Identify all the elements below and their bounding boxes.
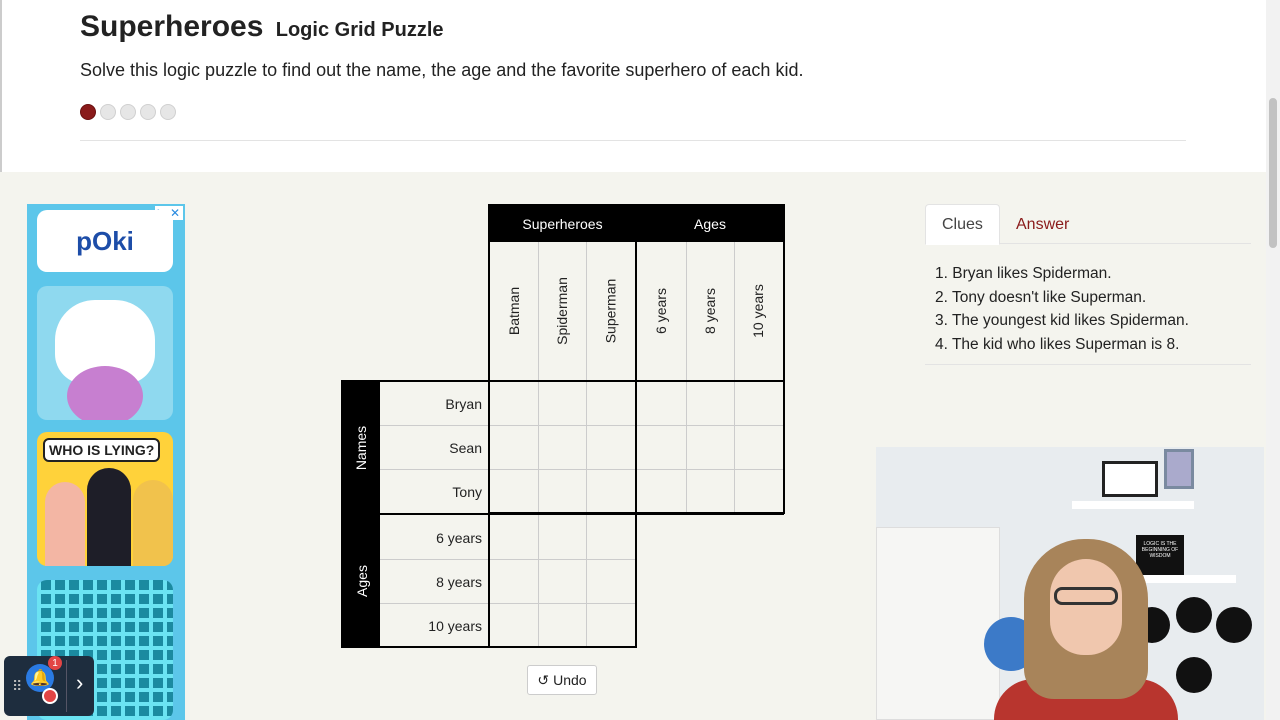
difficulty-rating — [80, 104, 176, 120]
clues-list: 1. Bryan likes Spiderman. 2. Tony doesn'… — [935, 262, 1189, 357]
grid-cell[interactable] — [637, 426, 685, 470]
grid-cell[interactable] — [539, 426, 587, 470]
column-label: 10 years — [750, 284, 767, 338]
grid-cell[interactable] — [587, 515, 635, 559]
presenter-image — [994, 539, 1178, 720]
puzzle-description: Solve this logic puzzle to find out the … — [80, 60, 804, 80]
grid-cell[interactable] — [490, 426, 538, 470]
advertisement[interactable]: ▷ ✕ pOki WHO IS LYING? — [27, 204, 185, 720]
grid-cell[interactable] — [539, 382, 587, 426]
row-label: Bryan — [445, 396, 482, 412]
grid-cell[interactable] — [587, 560, 635, 604]
difficulty-brain-icon — [100, 104, 116, 120]
who-is-lying-thumbnail[interactable]: WHO IS LYING? — [37, 432, 173, 566]
grid-cell[interactable] — [539, 515, 587, 559]
puzzle-title: Superheroes — [80, 10, 264, 43]
poki-logo[interactable]: pOki — [37, 210, 173, 272]
row-group-header-ages: Ages — [343, 515, 380, 646]
cat-game-thumbnail[interactable] — [37, 286, 173, 420]
presenter-face — [1050, 559, 1122, 655]
character-image — [87, 468, 131, 566]
grid-cell[interactable] — [490, 382, 538, 426]
grid-cell[interactable] — [687, 382, 735, 426]
character-image — [133, 480, 173, 566]
grid-cell[interactable] — [735, 426, 783, 470]
row-label: 8 years — [436, 574, 482, 590]
yarn-ball-image — [67, 366, 143, 420]
webcam-video: LOGIC IS THE BEGINNING OF WISDOM — [876, 447, 1264, 720]
column-label: 6 years — [652, 288, 669, 334]
grid-cell[interactable] — [687, 426, 735, 470]
grid-cell[interactable] — [490, 560, 538, 604]
row-label: Tony — [452, 484, 482, 500]
page-header: Superheroes Logic Grid Puzzle — [80, 10, 1186, 44]
puzzle-subtitle: Logic Grid Puzzle — [275, 19, 444, 41]
page-title: Superheroes Logic Grid Puzzle — [80, 10, 1186, 44]
grid-cell[interactable] — [587, 426, 635, 470]
grid-cell[interactable] — [735, 470, 783, 514]
tab-clues[interactable]: Clues — [925, 204, 1000, 245]
vinyl-record-image — [1176, 597, 1212, 633]
grid-cell[interactable] — [490, 470, 538, 514]
picture-frame-image — [1102, 461, 1158, 497]
clue-item: 4. The kid who likes Superman is 8. — [935, 336, 1180, 354]
row-label: 6 years — [436, 530, 482, 546]
widget-divider — [66, 660, 67, 712]
grid-cell[interactable] — [637, 382, 685, 426]
row-label: 10 years — [428, 618, 482, 634]
difficulty-brain-icon — [80, 104, 96, 120]
column-label: Spiderman — [554, 277, 571, 345]
grid-cell[interactable] — [587, 470, 635, 514]
game-title-label: WHO IS LYING? — [43, 438, 161, 462]
mug-cabinet-image — [876, 527, 1000, 720]
record-icon[interactable] — [42, 688, 58, 704]
clue-item: 1. Bryan likes Spiderman. — [935, 265, 1112, 282]
difficulty-brain-icon — [140, 104, 156, 120]
grid-cell[interactable] — [539, 560, 587, 604]
glasses-image — [1054, 587, 1118, 605]
chevron-right-icon[interactable]: › — [76, 670, 83, 696]
page-left-border — [0, 0, 2, 172]
grid-cell[interactable] — [637, 470, 685, 514]
column-label: 8 years — [701, 288, 718, 334]
vinyl-record-image — [1216, 607, 1252, 643]
shelf-image — [1072, 501, 1194, 509]
column-group-header-ages: Ages — [637, 206, 783, 242]
grid-cell[interactable] — [539, 470, 587, 514]
grid-cell[interactable] — [735, 382, 783, 426]
picture-frame-image — [1164, 449, 1194, 489]
clues-tabs: Clues Answer — [925, 204, 1251, 245]
notification-widget[interactable]: ⠿ 🔔 1 › — [4, 656, 94, 716]
drag-handle-icon[interactable]: ⠿ — [12, 678, 22, 695]
grid-cell[interactable] — [539, 604, 587, 648]
tab-answer[interactable]: Answer — [1000, 204, 1085, 245]
row-group-header-names: Names — [343, 382, 380, 513]
grid-cell[interactable] — [490, 604, 538, 648]
clue-item: 2. Tony doesn't like Superman. — [935, 288, 1147, 306]
page-scrollbar[interactable] — [1266, 0, 1280, 720]
column-group-header-superheroes: Superheroes — [490, 206, 635, 242]
grid-cell[interactable] — [587, 382, 635, 426]
clues-divider — [925, 364, 1251, 365]
row-label: Sean — [449, 440, 482, 456]
notification-badge: 1 — [48, 656, 62, 670]
undo-label: Undo — [553, 672, 587, 688]
undo-button[interactable]: ↺ Undo — [527, 665, 597, 695]
character-image — [45, 482, 85, 566]
column-label: Superman — [602, 278, 618, 344]
grid-cell[interactable] — [687, 470, 735, 514]
undo-icon: ↺ — [537, 671, 550, 688]
grid-cell[interactable] — [587, 604, 635, 648]
poki-logo-text: pOki — [76, 225, 134, 256]
grid-cell[interactable] — [490, 515, 538, 559]
column-label: Batman — [506, 286, 522, 336]
header-divider — [80, 140, 1186, 141]
difficulty-brain-icon — [160, 104, 176, 120]
difficulty-brain-icon — [120, 104, 136, 120]
vinyl-record-image — [1176, 657, 1212, 693]
scrollbar-thumb[interactable] — [1269, 98, 1277, 248]
clue-item: 3. The youngest kid likes Spiderman. — [935, 312, 1189, 330]
